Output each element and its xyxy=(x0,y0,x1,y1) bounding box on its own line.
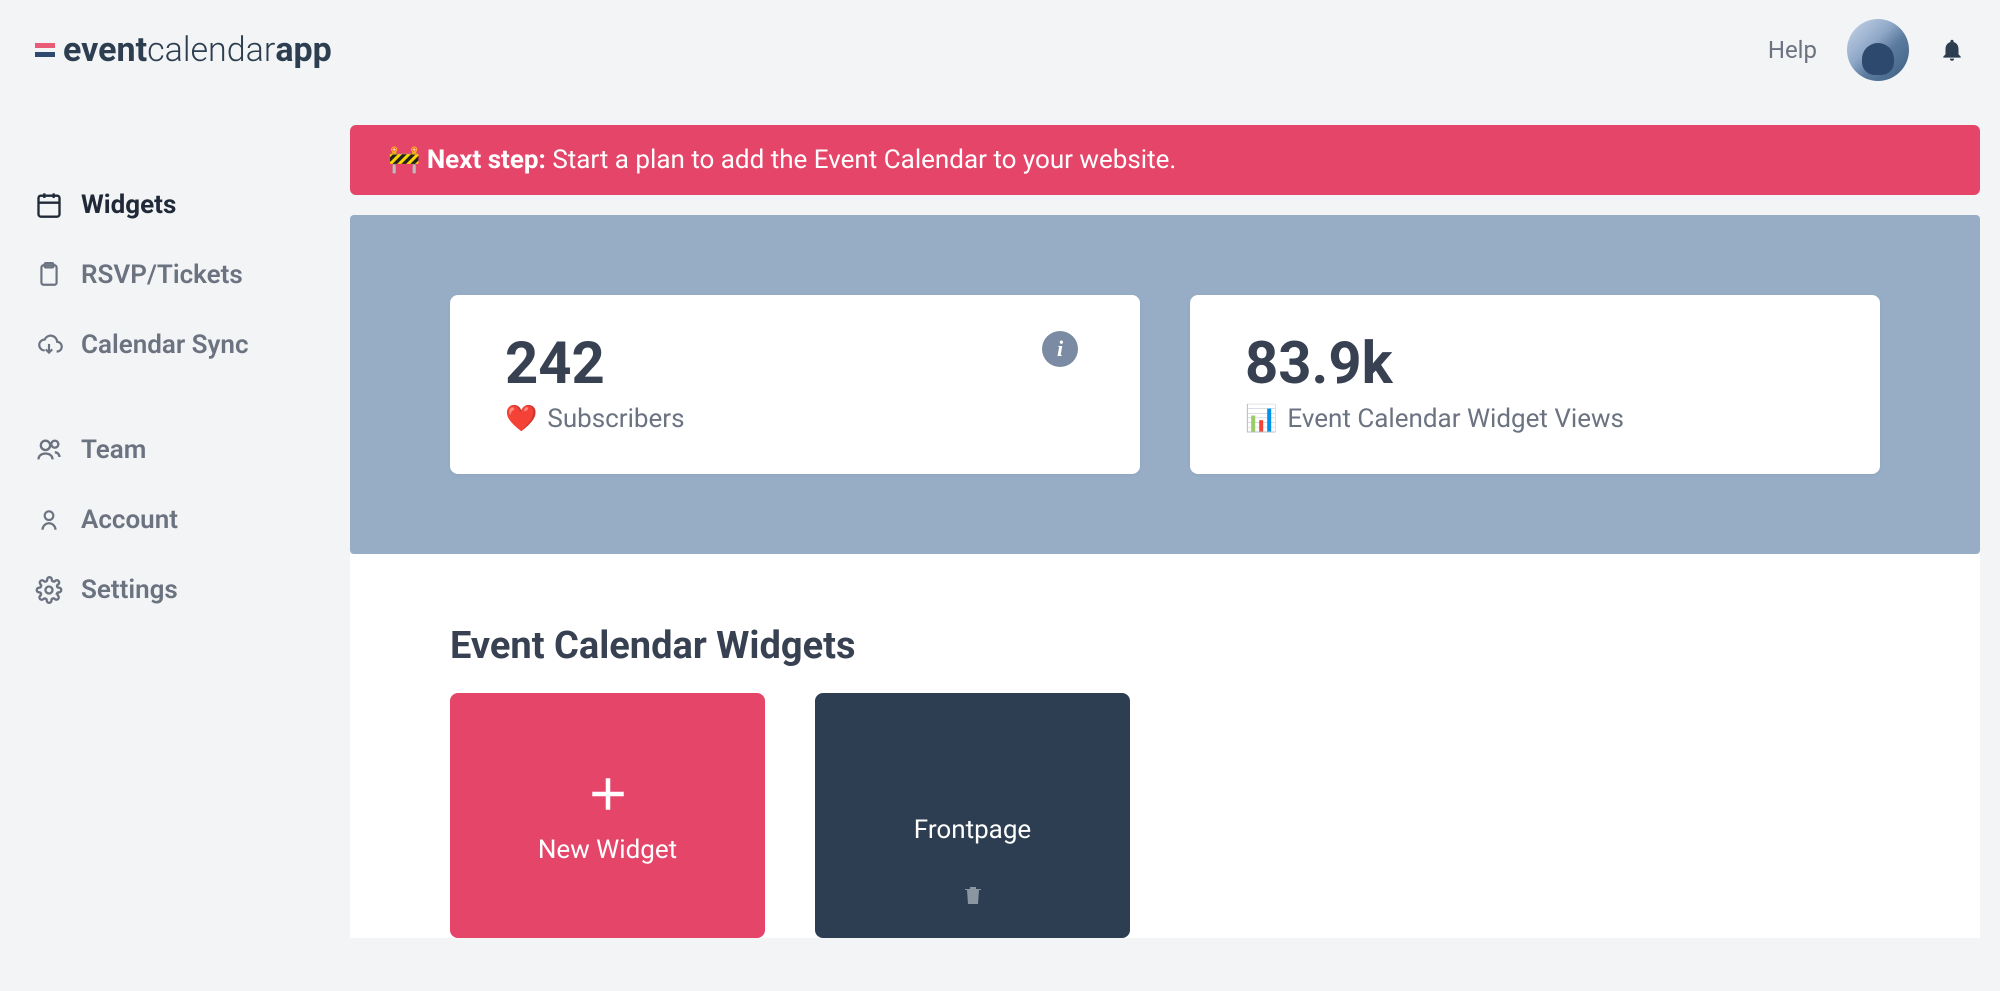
sidebar-item-calendar-sync[interactable]: Calendar Sync xyxy=(0,310,350,380)
new-widget-label: New Widget xyxy=(538,835,677,865)
gear-icon xyxy=(35,576,63,604)
avatar[interactable] xyxy=(1847,19,1909,81)
widget-card-frontpage[interactable]: Frontpage xyxy=(815,693,1130,938)
banner-emoji: 🚧 xyxy=(388,145,420,175)
user-icon xyxy=(35,506,63,534)
logo-text: eventcalendarapp xyxy=(63,30,332,70)
sidebar-item-rsvp[interactable]: RSVP/Tickets xyxy=(0,240,350,310)
subscribers-value: 242 xyxy=(505,330,1085,398)
logo[interactable]: eventcalendarapp xyxy=(35,30,332,70)
next-step-banner[interactable]: 🚧 Next step: Start a plan to add the Eve… xyxy=(350,125,1980,195)
new-widget-button[interactable]: New Widget xyxy=(450,693,765,938)
notifications-icon[interactable] xyxy=(1939,35,1965,65)
views-value: 83.9k xyxy=(1245,330,1825,398)
section-title: Event Calendar Widgets xyxy=(450,624,1880,668)
views-card: 83.9k 📊 Event Calendar Widget Views xyxy=(1190,295,1880,474)
views-label: Event Calendar Widget Views xyxy=(1287,404,1624,434)
cloud-download-icon xyxy=(35,331,63,359)
sidebar-item-label: RSVP/Tickets xyxy=(81,260,243,290)
sidebar-item-widgets[interactable]: Widgets xyxy=(0,170,350,240)
subscribers-card: 242 ❤️ Subscribers i xyxy=(450,295,1140,474)
plus-icon xyxy=(581,767,635,821)
stats-panel: 242 ❤️ Subscribers i 83.9k 📊 Event Calen… xyxy=(350,215,1980,554)
header-actions: Help xyxy=(1768,19,1965,81)
sidebar-item-label: Account xyxy=(81,505,178,535)
widgets-section: Event Calendar Widgets New Widget Frontp… xyxy=(350,554,1980,938)
banner-text: Start a plan to add the Event Calendar t… xyxy=(552,145,1176,175)
banner-bold: Next step: xyxy=(427,145,546,175)
sidebar-item-account[interactable]: Account xyxy=(0,485,350,555)
info-icon[interactable]: i xyxy=(1042,331,1078,367)
heart-icon: ❤️ xyxy=(505,404,537,434)
main-content: 🚧 Next step: Start a plan to add the Eve… xyxy=(350,100,2000,991)
widget-grid: New Widget Frontpage xyxy=(450,693,1880,938)
sidebar-item-label: Widgets xyxy=(81,190,176,220)
sidebar: Widgets RSVP/Tickets Calendar Sync Team xyxy=(0,100,350,991)
widget-name: Frontpage xyxy=(914,815,1031,845)
sidebar-item-settings[interactable]: Settings xyxy=(0,555,350,625)
calendar-icon xyxy=(35,191,63,219)
help-link[interactable]: Help xyxy=(1768,36,1817,64)
clipboard-icon xyxy=(35,261,63,289)
team-icon xyxy=(35,436,63,464)
sidebar-item-label: Calendar Sync xyxy=(81,330,249,360)
sidebar-item-label: Team xyxy=(81,435,146,465)
sidebar-item-team[interactable]: Team xyxy=(0,415,350,485)
trash-icon[interactable] xyxy=(961,882,985,908)
logo-mark-icon xyxy=(35,43,55,57)
chart-icon: 📊 xyxy=(1245,404,1277,434)
subscribers-label: Subscribers xyxy=(547,404,684,434)
sidebar-item-label: Settings xyxy=(81,575,178,605)
app-header: eventcalendarapp Help xyxy=(0,0,2000,100)
